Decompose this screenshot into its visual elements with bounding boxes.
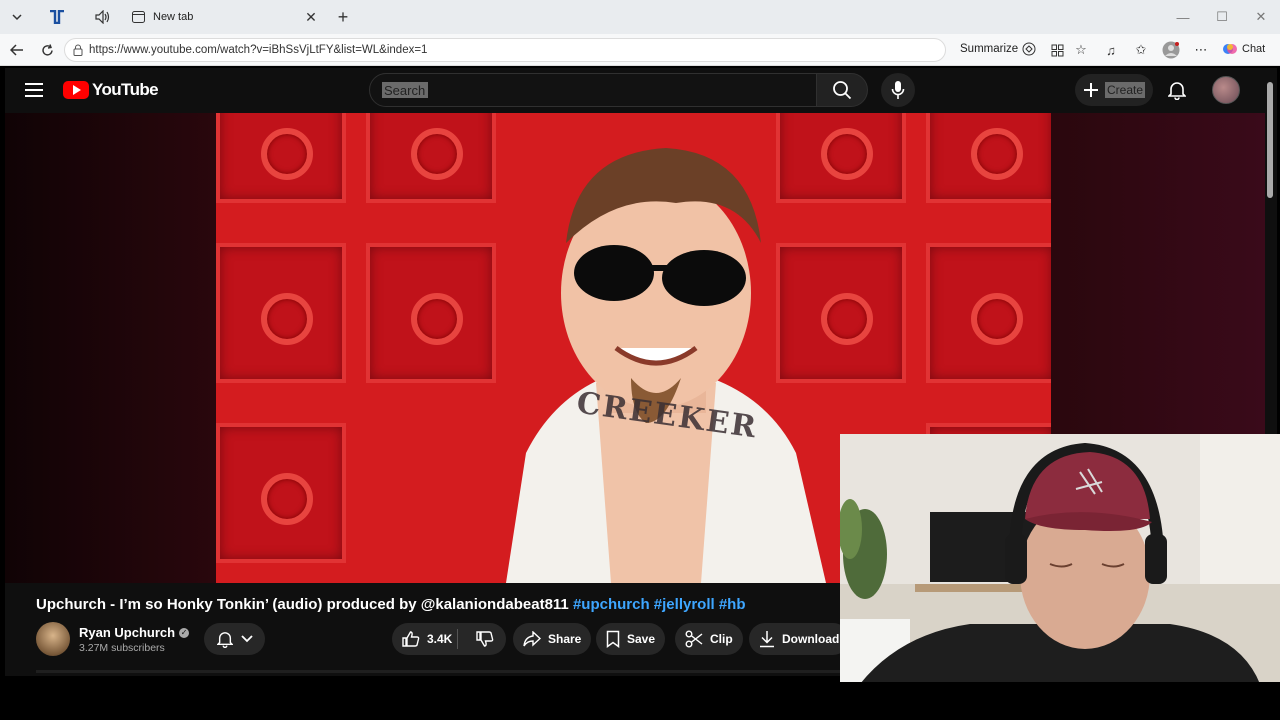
voice-search-button[interactable] <box>881 73 915 107</box>
close-tab-icon[interactable]: ✕ <box>302 8 320 26</box>
channel-avatar[interactable] <box>36 622 70 656</box>
video-title-text: Upchurch - I’m so Honky Tonkin’ (audio) … <box>36 596 569 613</box>
pinned-tab[interactable] <box>40 4 74 30</box>
tab-title: New tab <box>153 11 194 23</box>
video-owner-row: Ryan Upchurch ✓ 3.27M subscribers 3.4K S… <box>36 622 850 658</box>
download-label: Download <box>782 632 840 646</box>
refresh-icon[interactable] <box>36 40 58 60</box>
search-button[interactable] <box>816 73 868 107</box>
clip-label: Clip <box>710 632 733 646</box>
browser-tab-bar: New tab ✕ + — ☐ ✕ <box>0 0 1280 34</box>
address-bar[interactable]: https://www.youtube.com/watch?v=iBhSsVjL… <box>64 38 946 62</box>
bell-icon <box>216 630 233 648</box>
video-title: Upchurch - I’m so Honky Tonkin’ (audio) … <box>36 596 746 613</box>
divider <box>36 670 840 673</box>
verified-check-icon: ✓ <box>179 627 190 638</box>
channel-name-text: Ryan Upchurch <box>79 625 176 640</box>
bookmark-icon <box>606 630 620 648</box>
microphone-icon <box>891 80 905 100</box>
thumbs-up-icon <box>402 630 420 648</box>
browser-toolbar: https://www.youtube.com/watch?v=iBhSsVjL… <box>0 34 1280 66</box>
more-options-icon[interactable]: ⋯ <box>1191 41 1211 59</box>
subscriber-count: 3.27M subscribers <box>79 642 165 654</box>
share-button[interactable]: Share <box>513 623 592 655</box>
site-info-lock-icon[interactable] <box>73 44 83 56</box>
speaker-icon <box>95 10 111 24</box>
new-tab-plus-icon[interactable]: + <box>332 6 354 28</box>
profile-avatar-icon[interactable] <box>1161 41 1181 59</box>
chevron-down-icon <box>240 635 253 643</box>
clip-button[interactable]: Clip <box>675 623 743 655</box>
copilot-icon <box>1222 41 1238 57</box>
search-box[interactable] <box>369 73 817 107</box>
audio-tab[interactable] <box>86 4 120 30</box>
minimize-icon[interactable]: — <box>1168 6 1198 28</box>
webcam-overlay <box>840 434 1280 684</box>
subscribed-notifications-button[interactable] <box>204 623 265 655</box>
search-input[interactable] <box>382 82 428 98</box>
share-arrow-icon <box>523 631 541 647</box>
thumbs-down-icon <box>476 630 494 648</box>
search-icon <box>832 80 852 100</box>
like-count: 3.4K <box>427 632 453 646</box>
chat-label: Chat <box>1242 43 1266 55</box>
create-label: Create <box>1105 82 1146 98</box>
page-tab-icon <box>132 11 145 23</box>
download-button[interactable]: Download <box>749 623 850 655</box>
tab-list-chevron-icon[interactable] <box>6 7 28 27</box>
person-illustration <box>506 148 826 583</box>
hamburger-menu-icon[interactable] <box>23 80 45 100</box>
pinned-tab-logo-icon <box>49 10 65 24</box>
like-button[interactable]: 3.4K <box>392 629 458 649</box>
youtube-logo[interactable]: YouTube <box>63 80 159 100</box>
extensions-grid-icon[interactable] <box>1047 41 1067 59</box>
url-text: https://www.youtube.com/watch?v=iBhSsVjL… <box>89 44 428 56</box>
summarize-button[interactable]: Summarize <box>960 42 1036 56</box>
scissors-icon <box>685 630 703 648</box>
youtube-play-logo-icon <box>63 81 89 99</box>
favorite-star-icon[interactable]: ☆ <box>1071 41 1091 59</box>
webcam-person-illustration <box>840 434 1280 684</box>
back-arrow-icon[interactable] <box>6 40 28 60</box>
account-avatar[interactable] <box>1212 76 1240 104</box>
youtube-header: YouTube Create <box>5 68 1265 112</box>
hashtag-link[interactable]: #hb <box>719 596 746 613</box>
copilot-chat-button[interactable]: Chat <box>1222 41 1265 57</box>
share-label: Share <box>548 632 582 646</box>
maximize-icon[interactable]: ☐ <box>1207 6 1237 28</box>
youtube-logo-text: YouTube <box>92 80 159 99</box>
like-dislike-group: 3.4K <box>392 623 506 655</box>
summarize-label: Summarize <box>960 43 1019 55</box>
channel-name[interactable]: Ryan Upchurch ✓ <box>79 625 190 640</box>
create-button[interactable]: Create <box>1075 74 1153 106</box>
bottom-black-strip <box>0 682 1280 720</box>
notifications-bell-icon[interactable] <box>1165 78 1189 102</box>
save-button[interactable]: Save <box>596 623 666 655</box>
download-icon <box>759 630 775 648</box>
dislike-button[interactable] <box>465 630 506 648</box>
hashtag-link[interactable]: #upchurch <box>573 596 650 613</box>
favorites-list-icon[interactable]: ✩ <box>1131 41 1151 59</box>
hashtag-link[interactable]: #jellyroll <box>654 596 715 613</box>
tab-new-tab[interactable]: New tab ✕ <box>124 4 324 30</box>
summarize-icon <box>1022 42 1036 56</box>
save-label: Save <box>627 632 656 646</box>
close-window-icon[interactable]: ✕ <box>1246 6 1276 28</box>
plus-icon <box>1083 82 1099 98</box>
media-music-icon[interactable]: ♫ <box>1101 41 1121 59</box>
page-scrollbar[interactable] <box>1267 82 1273 198</box>
